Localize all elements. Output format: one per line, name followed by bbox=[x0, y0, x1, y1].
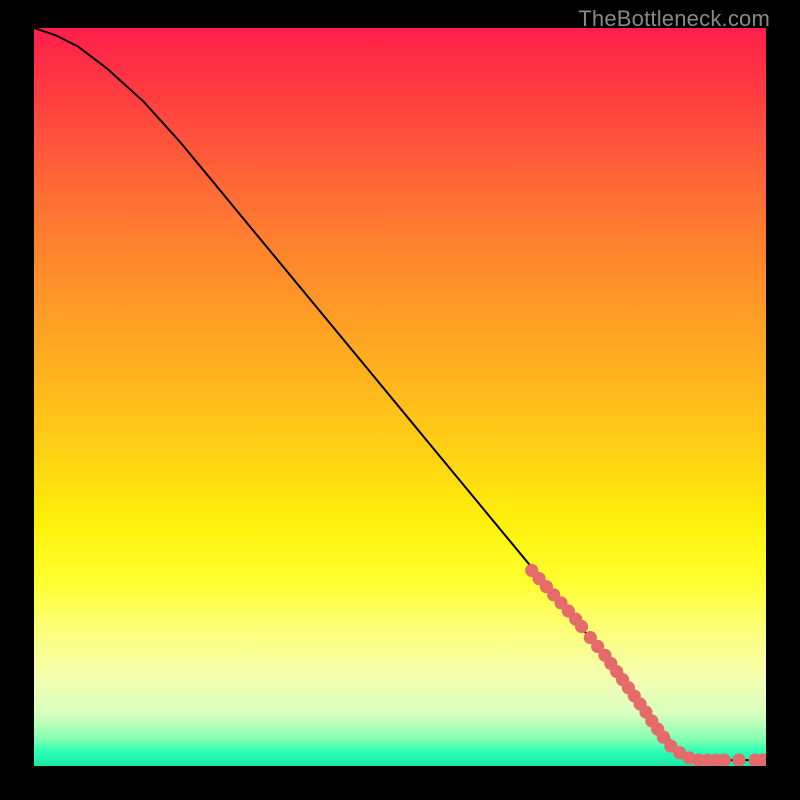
highlight-dot bbox=[591, 640, 604, 653]
highlight-dot bbox=[651, 723, 664, 736]
highlight-dot bbox=[701, 754, 714, 766]
highlight-dots bbox=[525, 564, 766, 766]
highlight-dot bbox=[604, 657, 617, 670]
highlight-dot bbox=[692, 754, 705, 766]
highlight-dot bbox=[645, 714, 658, 727]
highlight-dot bbox=[634, 697, 647, 710]
highlight-dot bbox=[710, 754, 723, 766]
highlight-dot bbox=[532, 572, 545, 585]
highlight-dot bbox=[610, 665, 623, 678]
highlight-dot bbox=[664, 739, 677, 752]
highlight-dot bbox=[598, 649, 611, 662]
highlight-dot bbox=[756, 754, 766, 766]
plot-area bbox=[34, 28, 766, 766]
highlight-dot bbox=[628, 689, 641, 702]
highlight-dot bbox=[657, 731, 670, 744]
highlight-dot bbox=[673, 746, 686, 759]
highlight-dot bbox=[718, 754, 731, 766]
highlight-dot bbox=[547, 588, 560, 601]
highlight-dot bbox=[554, 596, 567, 609]
highlight-dot bbox=[525, 564, 538, 577]
highlight-dot bbox=[732, 754, 745, 766]
highlight-dot bbox=[540, 580, 553, 593]
curve-line bbox=[34, 28, 766, 760]
highlight-dot bbox=[584, 631, 597, 644]
highlight-dot bbox=[569, 613, 582, 626]
highlight-dot bbox=[622, 681, 635, 694]
highlight-dot bbox=[683, 751, 696, 764]
highlight-dot bbox=[575, 620, 588, 633]
highlight-dot bbox=[748, 754, 761, 766]
highlight-dot bbox=[616, 673, 629, 686]
highlight-dot bbox=[562, 604, 575, 617]
chart-frame: TheBottleneck.com bbox=[0, 0, 800, 800]
chart-overlay bbox=[34, 28, 766, 766]
highlight-dot bbox=[639, 706, 652, 719]
